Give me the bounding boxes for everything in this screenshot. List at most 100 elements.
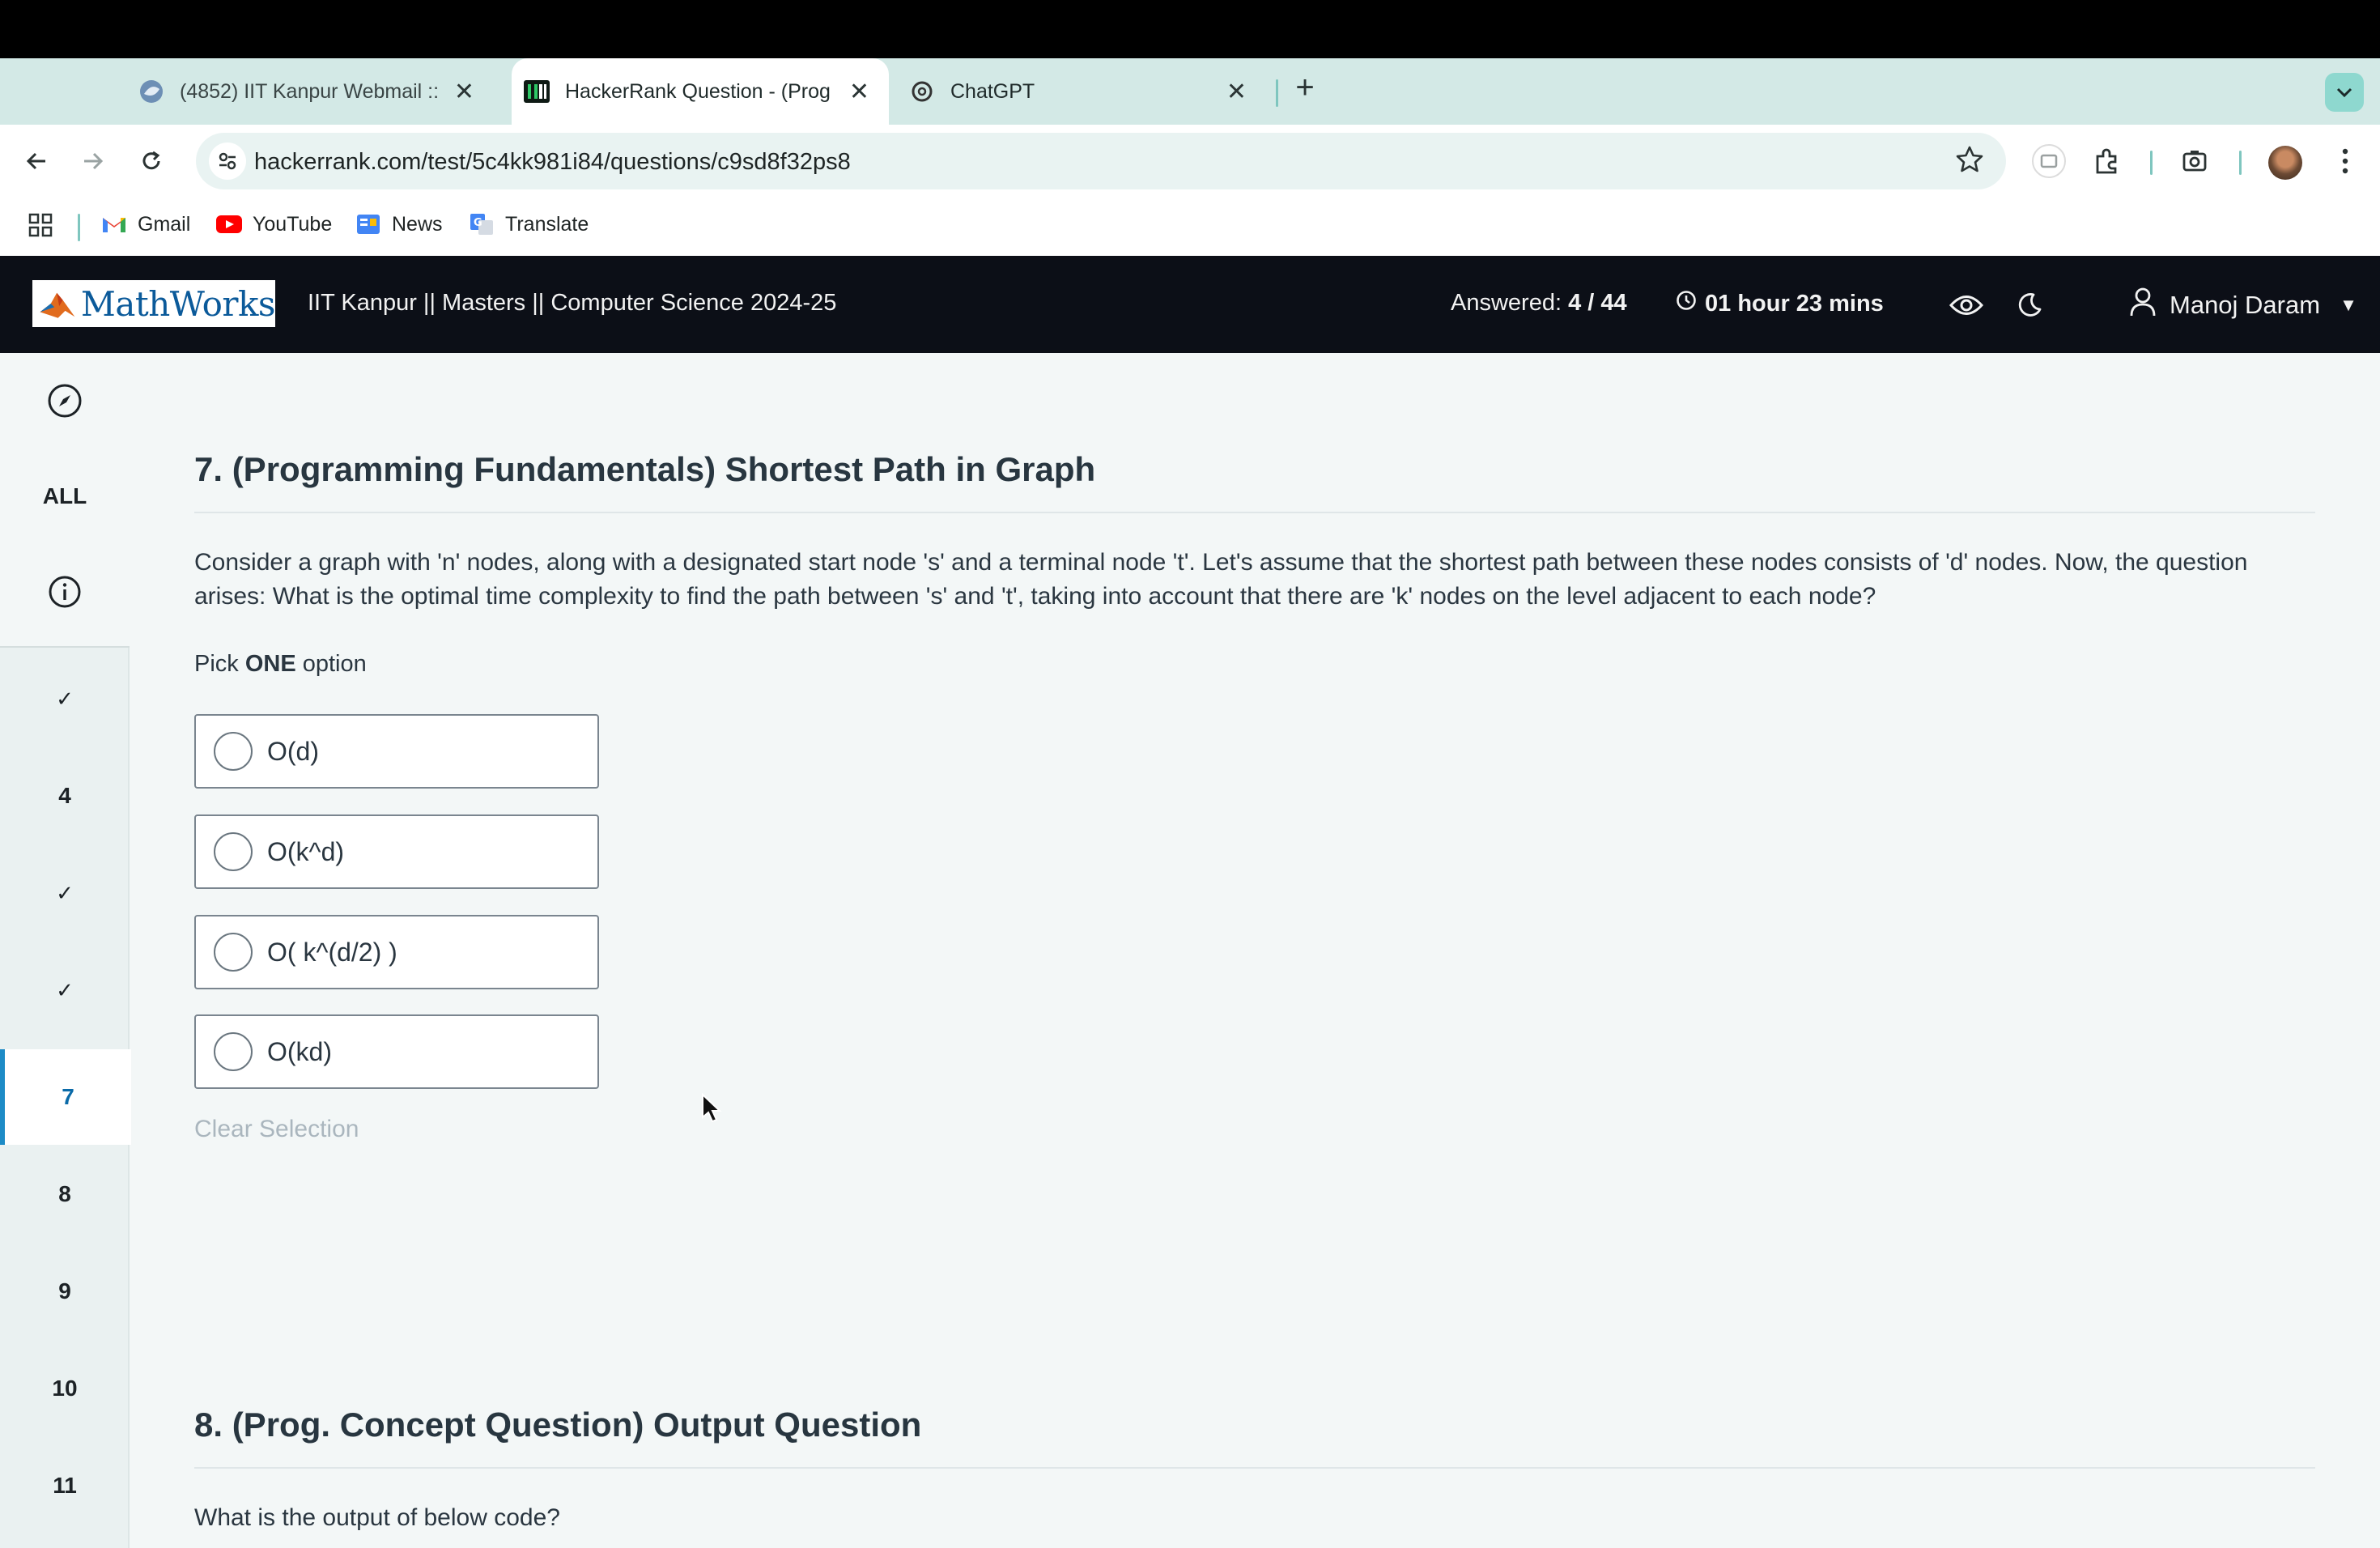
sidebar-item-q11[interactable]: 11 — [0, 1438, 130, 1533]
new-tab-button[interactable]: + — [1287, 71, 1323, 107]
tab-webmail[interactable]: (4852) IIT Kanpur Webmail :: ✕ — [121, 58, 494, 125]
test-header: MathWorks IIT Kanpur || Masters || Compu… — [0, 256, 2380, 353]
sidebar-item-q8[interactable]: 8 — [0, 1146, 130, 1242]
option-1[interactable]: O(d) — [194, 714, 599, 789]
bookmarks-bar: Gmail YouTube News G Translate — [0, 198, 2380, 256]
apps-button[interactable] — [28, 212, 53, 238]
sidebar-item-q5[interactable]: ✓ — [0, 845, 130, 941]
close-icon[interactable]: ✕ — [849, 78, 869, 106]
caret-down-icon: ▼ — [2340, 295, 2357, 315]
check-icon: ✓ — [56, 977, 74, 1002]
radio-button[interactable] — [214, 732, 253, 771]
bookmark-label: News — [392, 212, 443, 236]
radio-button[interactable] — [214, 933, 253, 972]
sidebar-item-q6[interactable]: ✓ — [0, 942, 130, 1038]
radio-button[interactable] — [214, 1032, 253, 1071]
bookmark-label: Translate — [505, 212, 589, 236]
screenshot-icon[interactable] — [2176, 142, 2213, 180]
mathworks-logo: MathWorks — [32, 280, 276, 327]
question-navigator: ALL ✓ 4 ✓ ✓ 7 8 9 10 11 — [0, 353, 131, 1548]
bookmark-youtube[interactable]: YouTube — [215, 212, 332, 236]
address-bar[interactable]: hackerrank.com/test/5c4kk981i84/question… — [196, 133, 2006, 189]
check-icon: ✓ — [56, 686, 74, 711]
youtube-icon — [215, 212, 243, 236]
hackerrank-icon — [523, 78, 550, 105]
system-top-bar — [0, 0, 2380, 58]
title-divider — [194, 512, 2315, 513]
pick-instruction: Pick ONE option — [194, 651, 367, 677]
user-name: Manoj Daram — [2170, 291, 2321, 319]
gmail-icon — [100, 212, 128, 236]
forward-arrow-icon — [84, 152, 104, 170]
extensions-icon[interactable] — [2089, 142, 2126, 180]
question-area: 7. (Programming Fundamentals) Shortest P… — [130, 353, 2380, 1548]
tab-separator — [1276, 79, 1278, 107]
profile-avatar[interactable] — [2268, 146, 2302, 180]
question-title: 8. (Prog. Concept Question) Output Quest… — [194, 1406, 922, 1444]
apps-grid-icon — [28, 213, 53, 237]
chatgpt-icon — [908, 78, 936, 105]
bookmark-star-icon[interactable] — [1954, 144, 1985, 179]
radio-button[interactable] — [214, 832, 253, 871]
back-button[interactable] — [18, 142, 55, 180]
bookmark-label: Gmail — [138, 212, 191, 236]
webmail-icon — [138, 78, 165, 105]
question-text: Consider a graph with 'n' nodes, along w… — [194, 549, 2248, 610]
cast-icon[interactable] — [2030, 142, 2068, 180]
user-menu[interactable]: Manoj Daram ▼ — [2129, 287, 2357, 324]
sidebar-item-q7[interactable]: 7 — [0, 1049, 131, 1145]
site-info-icon[interactable] — [209, 142, 246, 180]
close-icon[interactable]: ✕ — [1226, 78, 1247, 106]
back-arrow-icon — [26, 152, 45, 170]
close-icon[interactable]: ✕ — [454, 78, 474, 106]
info-icon[interactable] — [0, 544, 130, 640]
sidebar-item-q10[interactable]: 10 — [0, 1341, 130, 1436]
toolbar-separator — [2239, 151, 2242, 175]
chevron-down-icon — [2336, 87, 2352, 98]
answered-counter: Answered: 4 / 44 — [1451, 290, 1627, 316]
bookmark-gmail[interactable]: Gmail — [100, 212, 190, 236]
question-text: What is the output of below code? — [194, 1504, 560, 1531]
title-divider — [194, 1467, 2315, 1469]
toolbar-separator — [2150, 151, 2153, 175]
tab-title: HackerRank Question - (Prog — [565, 79, 831, 103]
translate-icon: G — [468, 212, 495, 236]
bookmark-label: YouTube — [253, 212, 333, 236]
time-remaining: 01 hour 23 mins — [1676, 290, 1884, 317]
check-icon: ✓ — [56, 880, 74, 905]
tab-search-button[interactable] — [2325, 73, 2364, 112]
sidebar-item-all[interactable]: ALL — [0, 449, 130, 544]
sidebar-divider — [0, 646, 130, 648]
browser-toolbar: hackerrank.com/test/5c4kk981i84/question… — [0, 125, 2380, 198]
reload-icon — [142, 151, 160, 170]
option-2[interactable]: O(k^d) — [194, 814, 599, 889]
mouse-cursor-icon — [701, 1092, 722, 1128]
forward-button[interactable] — [74, 142, 112, 180]
bookmark-translate[interactable]: G Translate — [468, 212, 589, 236]
svg-text:G: G — [474, 217, 482, 229]
question-title: 7. (Programming Fundamentals) Shortest P… — [194, 450, 1096, 488]
news-icon — [355, 212, 382, 236]
clear-selection-button[interactable]: Clear Selection — [194, 1116, 359, 1143]
reload-button[interactable] — [133, 142, 170, 180]
bookmark-separator — [78, 214, 80, 241]
clock-icon — [1676, 290, 1697, 317]
option-3[interactable]: O( k^(d/2) ) — [194, 915, 599, 989]
url-text: hackerrank.com/test/5c4kk981i84/question… — [254, 149, 851, 175]
sidebar-item-q3[interactable]: ✓ — [0, 651, 130, 746]
tab-chatgpt[interactable]: ChatGPT ✕ — [894, 58, 1266, 125]
membrane-logo-icon — [40, 292, 75, 318]
test-title: IIT Kanpur || Masters || Computer Scienc… — [308, 290, 837, 316]
bookmark-news[interactable]: News — [355, 212, 443, 236]
tab-title: ChatGPT — [950, 79, 1035, 103]
tab-title: (4852) IIT Kanpur Webmail :: — [180, 79, 440, 103]
dark-mode-moon-icon[interactable] — [2011, 287, 2048, 324]
sidebar-item-q4[interactable]: 4 — [0, 748, 130, 844]
sidebar-item-q9[interactable]: 9 — [0, 1244, 130, 1339]
eye-icon[interactable] — [1948, 287, 1985, 324]
tab-hackerrank[interactable]: HackerRank Question - (Prog ✕ — [512, 58, 889, 125]
chrome-menu-icon[interactable] — [2327, 142, 2364, 180]
compass-icon[interactable] — [0, 353, 130, 449]
user-icon — [2129, 287, 2157, 324]
option-4[interactable]: O(kd) — [194, 1014, 599, 1089]
